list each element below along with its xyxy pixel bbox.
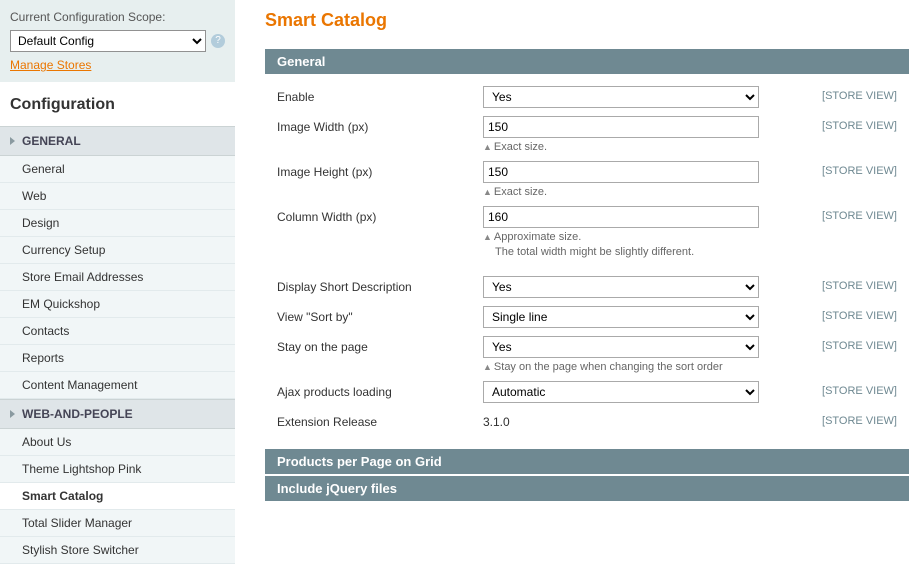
scope-image-width: [STORE VIEW] (767, 116, 897, 132)
scope-enable: [STORE VIEW] (767, 86, 897, 102)
label-image-height: Image Height (px) (277, 161, 483, 179)
scope-box: Current Configuration Scope: Default Con… (0, 0, 235, 82)
input-column-width[interactable] (483, 206, 759, 228)
scope-label: Current Configuration Scope: (10, 10, 225, 24)
fieldset-grid-head[interactable]: Products per Page on Grid (265, 449, 909, 474)
sidebar-item-contacts[interactable]: Contacts (0, 318, 235, 345)
fieldset-general-body: Enable Yes [STORE VIEW] Image Width (px)… (265, 74, 909, 443)
row-enable: Enable Yes [STORE VIEW] (277, 86, 897, 108)
input-image-width[interactable] (483, 116, 759, 138)
scope-select[interactable]: Default Config (10, 30, 206, 52)
label-image-width: Image Width (px) (277, 116, 483, 134)
label-sortby: View "Sort by" (277, 306, 483, 324)
sidebar-item-store-email[interactable]: Store Email Addresses (0, 264, 235, 291)
row-image-height: Image Height (px) ▲Exact size. [STORE VI… (277, 161, 897, 198)
scope-column-width: [STORE VIEW] (767, 206, 897, 222)
sidebar-item-em-quickshop[interactable]: EM Quickshop (0, 291, 235, 318)
manage-stores-link[interactable]: Manage Stores (10, 58, 91, 72)
value-release: 3.1.0 (483, 411, 759, 429)
page-title: Smart Catalog (265, 0, 909, 49)
note-column-width-2: The total width might be slightly differ… (495, 246, 759, 258)
scope-short-desc: [STORE VIEW] (767, 276, 897, 292)
triangle-icon: ▲ (483, 362, 492, 372)
note-column-width: ▲Approximate size. (483, 231, 759, 243)
sidebar-item-store-switcher[interactable]: Stylish Store Switcher (0, 537, 235, 564)
nav-section-wap[interactable]: WEB-AND-PEOPLE (0, 399, 235, 429)
scope-release: [STORE VIEW] (767, 411, 897, 427)
sidebar-item-total-slider[interactable]: Total Slider Manager (0, 510, 235, 537)
note-image-width: ▲Exact size. (483, 141, 759, 153)
row-image-width: Image Width (px) ▲Exact size. [STORE VIE… (277, 116, 897, 153)
scope-image-height: [STORE VIEW] (767, 161, 897, 177)
sidebar-item-smart-catalog[interactable]: Smart Catalog (0, 483, 235, 510)
sidebar-item-reports[interactable]: Reports (0, 345, 235, 372)
scope-ajax: [STORE VIEW] (767, 381, 897, 397)
sidebar: Current Configuration Scope: Default Con… (0, 0, 235, 564)
row-stay: Stay on the page Yes ▲Stay on the page w… (277, 336, 897, 373)
config-title: Configuration (0, 82, 235, 126)
row-ajax: Ajax products loading Automatic [STORE V… (277, 381, 897, 403)
triangle-icon: ▲ (483, 187, 492, 197)
label-short-desc: Display Short Description (277, 276, 483, 294)
note-stay: ▲Stay on the page when changing the sort… (483, 361, 759, 373)
main: Smart Catalog General Enable Yes [STORE … (235, 0, 909, 564)
label-ajax: Ajax products loading (277, 381, 483, 399)
sidebar-item-web[interactable]: Web (0, 183, 235, 210)
sidebar-item-currency-setup[interactable]: Currency Setup (0, 237, 235, 264)
row-column-width: Column Width (px) ▲Approximate size. The… (277, 206, 897, 258)
row-release: Extension Release 3.1.0 [STORE VIEW] (277, 411, 897, 429)
select-sortby[interactable]: Single line (483, 306, 759, 328)
sidebar-item-theme-lightshop[interactable]: Theme Lightshop Pink (0, 456, 235, 483)
label-release: Extension Release (277, 411, 483, 429)
sidebar-item-design[interactable]: Design (0, 210, 235, 237)
row-sortby: View "Sort by" Single line [STORE VIEW] (277, 306, 897, 328)
sidebar-item-content-mgmt[interactable]: Content Management (0, 372, 235, 399)
label-stay: Stay on the page (277, 336, 483, 354)
row-short-desc: Display Short Description Yes [STORE VIE… (277, 276, 897, 298)
scope-stay: [STORE VIEW] (767, 336, 897, 352)
scope-sortby: [STORE VIEW] (767, 306, 897, 322)
input-image-height[interactable] (483, 161, 759, 183)
triangle-icon: ▲ (483, 232, 492, 242)
select-ajax[interactable]: Automatic (483, 381, 759, 403)
fieldset-jquery-head[interactable]: Include jQuery files (265, 476, 909, 501)
select-stay[interactable]: Yes (483, 336, 759, 358)
label-column-width: Column Width (px) (277, 206, 483, 224)
note-image-height: ▲Exact size. (483, 186, 759, 198)
sidebar-item-about-us[interactable]: About Us (0, 429, 235, 456)
select-short-desc[interactable]: Yes (483, 276, 759, 298)
label-enable: Enable (277, 86, 483, 104)
select-enable[interactable]: Yes (483, 86, 759, 108)
fieldset-general-head[interactable]: General (265, 49, 909, 74)
triangle-icon: ▲ (483, 142, 492, 152)
sidebar-item-general[interactable]: General (0, 156, 235, 183)
nav-section-general[interactable]: GENERAL (0, 126, 235, 156)
help-icon[interactable]: ? (211, 34, 225, 48)
